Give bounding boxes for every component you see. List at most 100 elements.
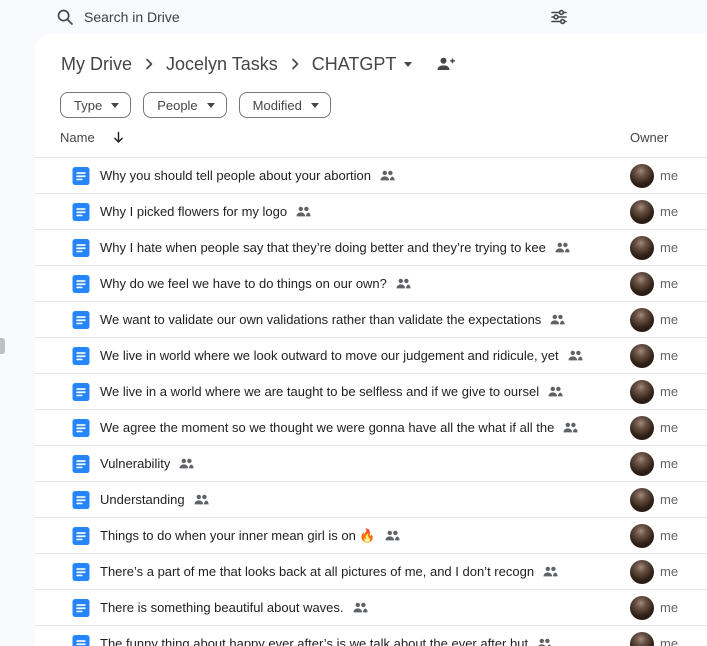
file-list: Why you should tell people about your ab… bbox=[35, 158, 707, 646]
scrollbar-thumb[interactable] bbox=[0, 338, 5, 354]
name-column-header[interactable]: Name bbox=[60, 130, 95, 145]
owner-name: me bbox=[660, 204, 679, 219]
file-row[interactable]: We live in a world where we are taught t… bbox=[35, 374, 707, 410]
owner-avatar bbox=[630, 415, 654, 440]
file-name: We agree the moment so we thought we wer… bbox=[100, 420, 555, 435]
file-name: Vulnerability bbox=[100, 456, 171, 471]
sort-direction-button[interactable] bbox=[111, 130, 126, 145]
shared-people-icon bbox=[396, 278, 411, 289]
owner-name: me bbox=[660, 600, 679, 615]
owner-cell: me bbox=[630, 415, 707, 440]
owner-cell: me bbox=[630, 595, 707, 620]
google-docs-icon bbox=[71, 598, 91, 618]
google-docs-icon bbox=[71, 526, 91, 546]
sort-arrow-down-icon bbox=[113, 131, 123, 143]
owner-name: me bbox=[660, 492, 679, 507]
file-name: Why you should tell people about your ab… bbox=[100, 168, 372, 183]
file-row[interactable]: Why I picked flowers for my logo me bbox=[35, 194, 707, 230]
owner-cell: me bbox=[630, 271, 707, 296]
google-docs-icon bbox=[71, 634, 91, 646]
file-name: Understanding bbox=[100, 492, 185, 507]
file-name: There is something beautiful about waves… bbox=[100, 600, 344, 615]
file-row[interactable]: Why do we feel we have to do things on o… bbox=[35, 266, 707, 302]
file-name: We want to validate our own validations … bbox=[100, 312, 542, 327]
owner-name: me bbox=[660, 564, 679, 579]
filter-chip-modified[interactable]: Modified bbox=[238, 92, 331, 118]
search-bar[interactable] bbox=[46, 2, 580, 32]
owner-avatar bbox=[630, 559, 654, 584]
owner-cell: me bbox=[630, 631, 707, 646]
file-row[interactable]: Why I hate when people say that they’re … bbox=[35, 230, 707, 266]
person-add-icon bbox=[437, 57, 456, 70]
shared-people-icon bbox=[296, 206, 311, 217]
filter-chip-type[interactable]: Type bbox=[60, 92, 132, 118]
shared-people-icon bbox=[194, 494, 209, 505]
chevron-down-icon bbox=[310, 102, 319, 108]
breadcrumb-current-folder[interactable]: CHATGPT bbox=[305, 52, 420, 77]
owner-name: me bbox=[660, 312, 679, 327]
file-row[interactable]: There’s a part of me that looks back at … bbox=[35, 554, 707, 590]
google-docs-icon bbox=[71, 310, 91, 330]
google-docs-icon bbox=[71, 454, 91, 474]
chip-label: Type bbox=[74, 97, 103, 113]
owner-column-header[interactable]: Owner bbox=[630, 130, 707, 145]
owner-avatar bbox=[630, 487, 654, 512]
chevron-down-icon bbox=[111, 102, 120, 108]
owner-name: me bbox=[660, 528, 679, 543]
shared-people-icon bbox=[353, 602, 368, 613]
owner-name: me bbox=[660, 636, 679, 646]
owner-avatar bbox=[630, 343, 654, 368]
file-row[interactable]: Things to do when your inner mean girl i… bbox=[35, 518, 707, 554]
owner-avatar bbox=[630, 235, 654, 260]
owner-cell: me bbox=[630, 487, 707, 512]
owner-avatar bbox=[630, 595, 654, 620]
owner-cell: me bbox=[630, 451, 707, 476]
current-folder-label: CHATGPT bbox=[311, 53, 397, 74]
file-name: The funny thing about happy ever after’s… bbox=[100, 636, 529, 646]
filter-chip-people[interactable]: People bbox=[143, 92, 227, 118]
search-input[interactable] bbox=[84, 9, 536, 25]
file-row[interactable]: The funny thing about happy ever after’s… bbox=[35, 626, 707, 646]
google-docs-icon bbox=[71, 274, 91, 294]
owner-avatar bbox=[630, 379, 654, 404]
breadcrumb-jocelyn-tasks[interactable]: Jocelyn Tasks bbox=[159, 52, 285, 77]
owner-name: me bbox=[660, 168, 679, 183]
file-row[interactable]: We live in world where we look outward t… bbox=[35, 338, 707, 374]
owner-name: me bbox=[660, 348, 679, 363]
google-docs-icon bbox=[71, 562, 91, 582]
owner-cell: me bbox=[630, 379, 707, 404]
file-row[interactable]: Vulnerability me bbox=[35, 446, 707, 482]
owner-name: me bbox=[660, 420, 679, 435]
breadcrumb: My Drive Jocelyn Tasks CHATGPT bbox=[35, 34, 707, 78]
folder-menu-caret-icon bbox=[404, 61, 413, 67]
file-name: Why I picked flowers for my logo bbox=[100, 204, 288, 219]
file-name: Why do we feel we have to do things on o… bbox=[100, 276, 387, 291]
owner-name: me bbox=[660, 240, 679, 255]
file-name: There’s a part of me that looks back at … bbox=[100, 564, 535, 579]
file-name: We live in world where we look outward t… bbox=[100, 348, 559, 363]
file-row[interactable]: There is something beautiful about waves… bbox=[35, 590, 707, 626]
owner-cell: me bbox=[630, 343, 707, 368]
drive-search-header bbox=[0, 0, 707, 34]
shared-people-icon bbox=[550, 314, 565, 325]
owner-name: me bbox=[660, 456, 679, 471]
owner-avatar bbox=[630, 199, 654, 224]
chevron-right-icon bbox=[141, 56, 157, 72]
tune-icon bbox=[551, 9, 567, 25]
file-row[interactable]: We agree the moment so we thought we wer… bbox=[35, 410, 707, 446]
owner-avatar bbox=[630, 271, 654, 296]
google-docs-icon bbox=[71, 166, 91, 186]
chevron-right-icon bbox=[287, 56, 303, 72]
file-row[interactable]: We want to validate our own validations … bbox=[35, 302, 707, 338]
owner-cell: me bbox=[630, 235, 707, 260]
shared-people-icon bbox=[548, 386, 563, 397]
owner-avatar bbox=[630, 523, 654, 548]
advanced-search-button[interactable] bbox=[546, 4, 572, 30]
owner-cell: me bbox=[630, 307, 707, 332]
share-folder-button[interactable] bbox=[435, 56, 456, 72]
owner-avatar bbox=[630, 307, 654, 332]
google-docs-icon bbox=[71, 346, 91, 366]
file-row[interactable]: Why you should tell people about your ab… bbox=[35, 158, 707, 194]
file-row[interactable]: Understanding me bbox=[35, 482, 707, 518]
breadcrumb-my-drive[interactable]: My Drive bbox=[54, 52, 139, 77]
